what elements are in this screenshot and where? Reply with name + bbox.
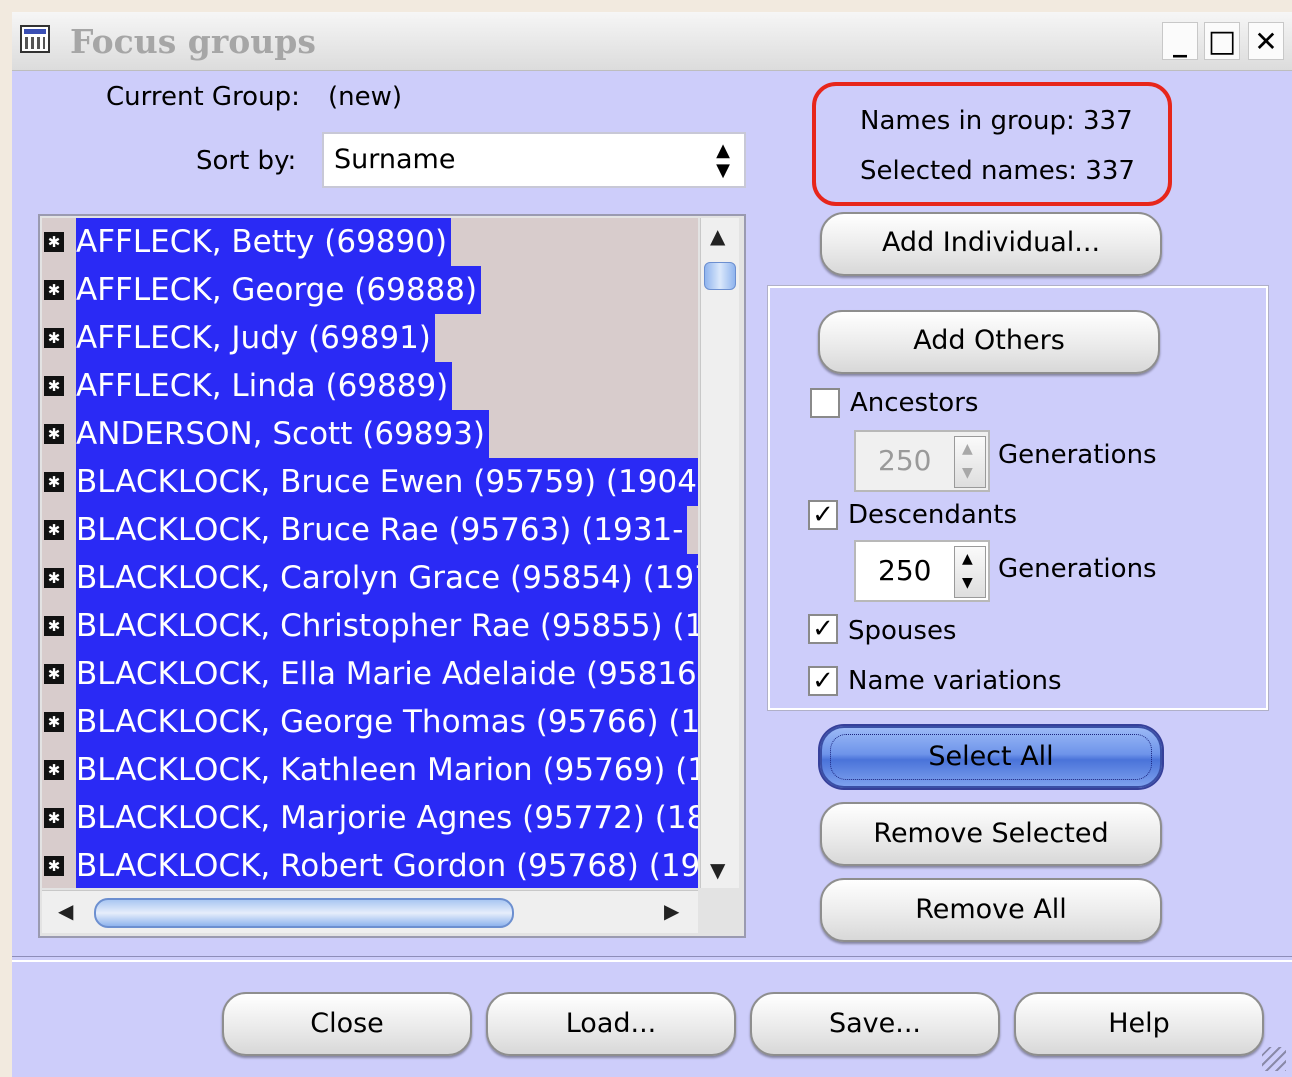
names-in-group-count: Names in group: 337 xyxy=(860,106,1133,136)
scroll-left-arrow-icon[interactable]: ◀ xyxy=(58,899,73,923)
list-item[interactable]: ✱ BLACKLOCK, Kathleen Marion (95769) (1 xyxy=(42,746,698,794)
person-marker-icon: ✱ xyxy=(44,712,64,732)
list-item[interactable]: ✱ BLACKLOCK, Carolyn Grace (95854) (197 xyxy=(42,554,698,602)
save-button[interactable]: Save... xyxy=(750,992,1000,1056)
spin-down-icon[interactable]: ▼ xyxy=(962,465,973,481)
list-item[interactable]: ✱ AFFLECK, Judy (69891) xyxy=(42,314,698,362)
list-item[interactable]: ✱ BLACKLOCK, Marjorie Agnes (95772) (18 xyxy=(42,794,698,842)
person-marker-icon: ✱ xyxy=(44,232,64,252)
spin-up-icon[interactable]: ▲ xyxy=(962,551,973,567)
names-list-viewport[interactable]: ✱ AFFLECK, Betty (69890) ✱ AFFLECK, George … xyxy=(42,218,698,888)
add-others-button[interactable]: Add Others xyxy=(818,310,1160,374)
sort-by-select[interactable]: Surname ▲ ▼ xyxy=(322,132,746,188)
list-item-label: BLACKLOCK, Robert Gordon (95768) (19 xyxy=(76,842,698,888)
person-marker-icon: ✱ xyxy=(44,568,64,588)
close-window-button[interactable]: ✕ xyxy=(1248,22,1284,60)
horizontal-scrollbar[interactable]: ◀ ▶ xyxy=(42,890,698,933)
load-button[interactable]: Load... xyxy=(486,992,736,1056)
spouses-label: Spouses xyxy=(848,616,957,646)
help-button[interactable]: Help xyxy=(1014,992,1264,1056)
sort-by-value: Surname xyxy=(334,144,456,175)
spin-down-icon[interactable]: ▼ xyxy=(962,575,973,591)
list-item-label: ANDERSON, Scott (69893) xyxy=(76,410,490,458)
list-item-label: BLACKLOCK, Marjorie Agnes (95772) (18 xyxy=(76,794,698,842)
list-item[interactable]: ✱ AFFLECK, George (69888) xyxy=(42,266,698,314)
list-item-label: BLACKLOCK, Kathleen Marion (95769) (1 xyxy=(76,746,698,794)
list-item-label: BLACKLOCK, Christopher Rae (95855) (1 xyxy=(76,602,698,650)
descendants-checkbox[interactable]: ✓ xyxy=(808,500,838,530)
vertical-scroll-thumb[interactable] xyxy=(704,262,736,290)
add-individual-button[interactable]: Add Individual... xyxy=(820,212,1162,276)
resize-grip-icon[interactable] xyxy=(1262,1047,1286,1071)
list-item-label: BLACKLOCK, Carolyn Grace (95854) (197 xyxy=(76,554,698,602)
focus-groups-window: Focus groups _ □ ✕ Current Group: (new) … xyxy=(12,12,1292,1077)
list-item[interactable]: ✱ BLACKLOCK, Robert Gordon (95768) (19 xyxy=(42,842,698,888)
list-item-label: AFFLECK, George (69888) xyxy=(76,266,482,314)
name-variations-label: Name variations xyxy=(848,666,1062,696)
window-title: Focus groups xyxy=(70,22,316,61)
person-marker-icon: ✱ xyxy=(44,808,64,828)
ancestors-generations-value: 250 xyxy=(878,444,932,477)
scroll-up-arrow-icon[interactable]: ▲ xyxy=(710,224,725,248)
maximize-button[interactable]: □ xyxy=(1204,22,1240,60)
names-list[interactable]: ✱ AFFLECK, Betty (69890) ✱ AFFLECK, George … xyxy=(38,214,746,938)
list-item[interactable]: ✱ BLACKLOCK, Bruce Ewen (95759) (1904- xyxy=(42,458,698,506)
title-bar[interactable]: Focus groups _ □ ✕ xyxy=(12,12,1292,71)
scroll-down-arrow-icon[interactable]: ▼ xyxy=(710,858,725,882)
list-item[interactable]: ✱ ANDERSON, Scott (69893) xyxy=(42,410,698,458)
person-marker-icon: ✱ xyxy=(44,856,64,876)
list-item[interactable]: ✱ AFFLECK, Betty (69890) xyxy=(42,218,698,266)
remove-all-button[interactable]: Remove All xyxy=(820,878,1162,942)
list-item[interactable]: ✱ BLACKLOCK, Ella Marie Adelaide (95816) xyxy=(42,650,698,698)
select-all-button[interactable]: Select All xyxy=(820,726,1162,788)
ancestors-generations-spinner[interactable]: 250 ▲ ▼ xyxy=(854,430,990,492)
person-marker-icon: ✱ xyxy=(44,424,64,444)
descendants-generations-label: Generations xyxy=(998,554,1157,584)
spouses-checkbox[interactable]: ✓ xyxy=(808,614,838,644)
descendants-generations-value: 250 xyxy=(878,554,932,587)
list-item[interactable]: ✱ AFFLECK, Linda (69889) xyxy=(42,362,698,410)
current-group-label: Current Group: xyxy=(106,82,300,112)
person-marker-icon: ✱ xyxy=(44,328,64,348)
ancestors-checkbox[interactable] xyxy=(810,388,840,418)
updown-arrows-icon: ▲ ▼ xyxy=(716,140,730,181)
sort-by-label: Sort by: xyxy=(196,146,297,176)
remove-selected-button[interactable]: Remove Selected xyxy=(820,802,1162,866)
list-item-label: AFFLECK, Judy (69891) xyxy=(76,314,435,362)
list-item[interactable]: ✱ BLACKLOCK, Christopher Rae (95855) (1 xyxy=(42,602,698,650)
ancestors-label: Ancestors xyxy=(850,388,979,418)
name-variations-checkbox[interactable]: ✓ xyxy=(808,666,838,696)
current-group-value: (new) xyxy=(328,82,403,112)
person-marker-icon: ✱ xyxy=(44,280,64,300)
list-item-label: AFFLECK, Betty (69890) xyxy=(76,218,452,266)
spin-up-icon[interactable]: ▲ xyxy=(962,441,973,457)
list-item-label: BLACKLOCK, George Thomas (95766) (1 xyxy=(76,698,698,746)
app-window-icon xyxy=(20,25,50,53)
list-item-label: AFFLECK, Linda (69889) xyxy=(76,362,453,410)
list-item[interactable]: ✱ BLACKLOCK, Bruce Rae (95763) (1931- xyxy=(42,506,698,554)
horizontal-scroll-thumb[interactable] xyxy=(94,898,514,928)
footer-separator xyxy=(12,956,1292,962)
minimize-button[interactable]: _ xyxy=(1162,22,1198,60)
person-marker-icon: ✱ xyxy=(44,616,64,636)
descendants-generations-spinner[interactable]: 250 ▲ ▼ xyxy=(854,540,990,602)
descendants-label: Descendants xyxy=(848,500,1017,530)
person-marker-icon: ✱ xyxy=(44,376,64,396)
selected-names-count: Selected names: 337 xyxy=(860,156,1135,186)
counts-highlight: Names in group: 337 Selected names: 337 xyxy=(812,82,1172,206)
person-marker-icon: ✱ xyxy=(44,520,64,540)
person-marker-icon: ✱ xyxy=(44,760,64,780)
list-item-label: BLACKLOCK, Bruce Rae (95763) (1931- xyxy=(76,506,688,554)
list-item-label: BLACKLOCK, Bruce Ewen (95759) (1904- xyxy=(76,458,698,506)
close-button[interactable]: Close xyxy=(222,992,472,1056)
vertical-scrollbar[interactable]: ▲ ▼ xyxy=(700,218,739,888)
list-item[interactable]: ✱ BLACKLOCK, George Thomas (95766) (1 xyxy=(42,698,698,746)
person-marker-icon: ✱ xyxy=(44,472,64,492)
scroll-right-arrow-icon[interactable]: ▶ xyxy=(664,899,679,923)
person-marker-icon: ✱ xyxy=(44,664,64,684)
list-item-label: BLACKLOCK, Ella Marie Adelaide (95816) xyxy=(76,650,698,698)
ancestors-generations-label: Generations xyxy=(998,440,1157,470)
